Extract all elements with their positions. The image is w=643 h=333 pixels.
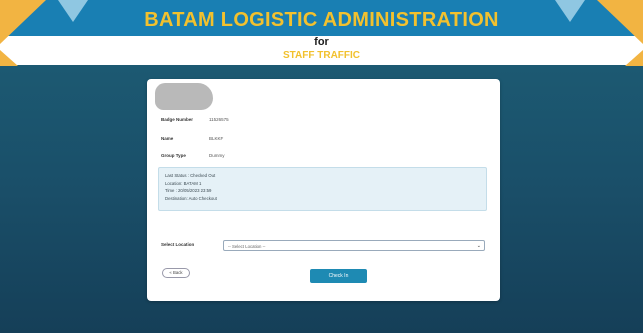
status-destination: Destination: Auto Checkout [165,195,217,201]
location-select-value: -- Select Location -- [228,243,266,249]
subtitle-staff-traffic: STAFF TRAFFIC [282,50,361,61]
badge-number-label: Badge Number [161,117,194,122]
badge-number-value: 11526575 [209,117,229,122]
status-last-status: Last Status : Checked Out [165,173,216,178]
last-status-box: Last Status : Checked Out Location: BATA… [158,167,487,211]
back-button[interactable]: « Back [162,268,190,278]
status-time: Time : 20/05/2023 23:59 [165,188,212,193]
location-select[interactable]: -- Select Location -- ⌄ [223,240,485,251]
subtitle-for: for [314,36,329,48]
select-location-label: Select Location [161,242,195,247]
avatar [155,83,213,110]
chevron-down-icon: ⌄ [476,243,481,249]
name-value: BLKKF [209,136,224,141]
check-in-button[interactable]: Check In [310,269,367,283]
page-title: BATAM LOGISTIC ADMINISTRATION [144,9,499,31]
group-type-label: Group Type [161,153,186,158]
name-label: Name [161,136,174,141]
checkin-card: Badge Number 11526575 Name BLKKF Group T… [147,79,500,301]
status-location: Location: BATAM 1 [165,180,202,186]
group-type-value: Dummy [209,153,225,158]
